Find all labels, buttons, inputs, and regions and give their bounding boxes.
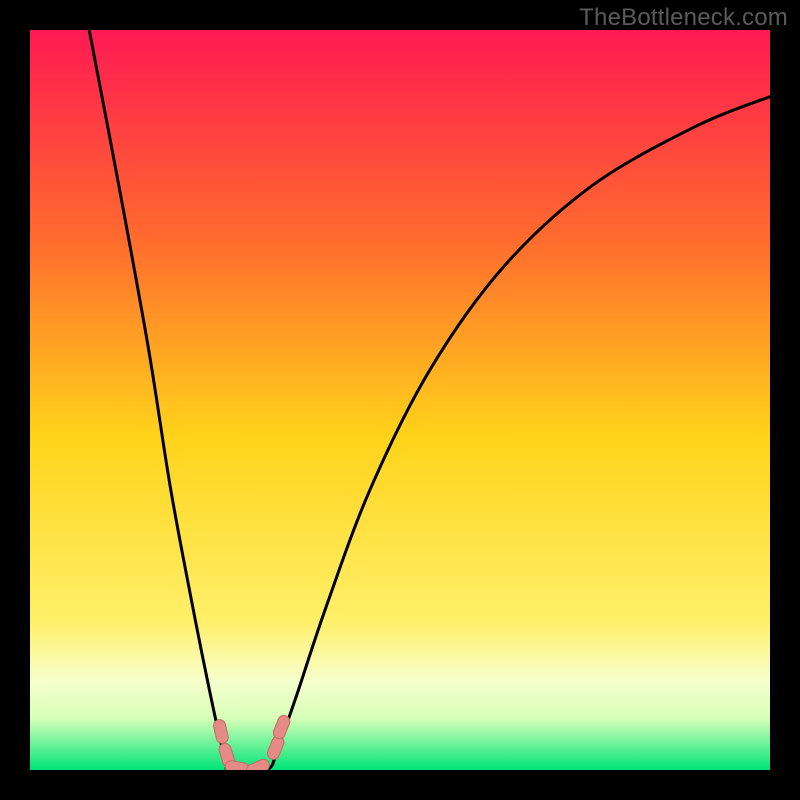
gradient-background (30, 30, 770, 770)
chart-frame: TheBottleneck.com (0, 0, 800, 800)
watermark-text: TheBottleneck.com (579, 4, 788, 32)
plot-svg (30, 30, 770, 770)
plot-area (30, 30, 770, 770)
